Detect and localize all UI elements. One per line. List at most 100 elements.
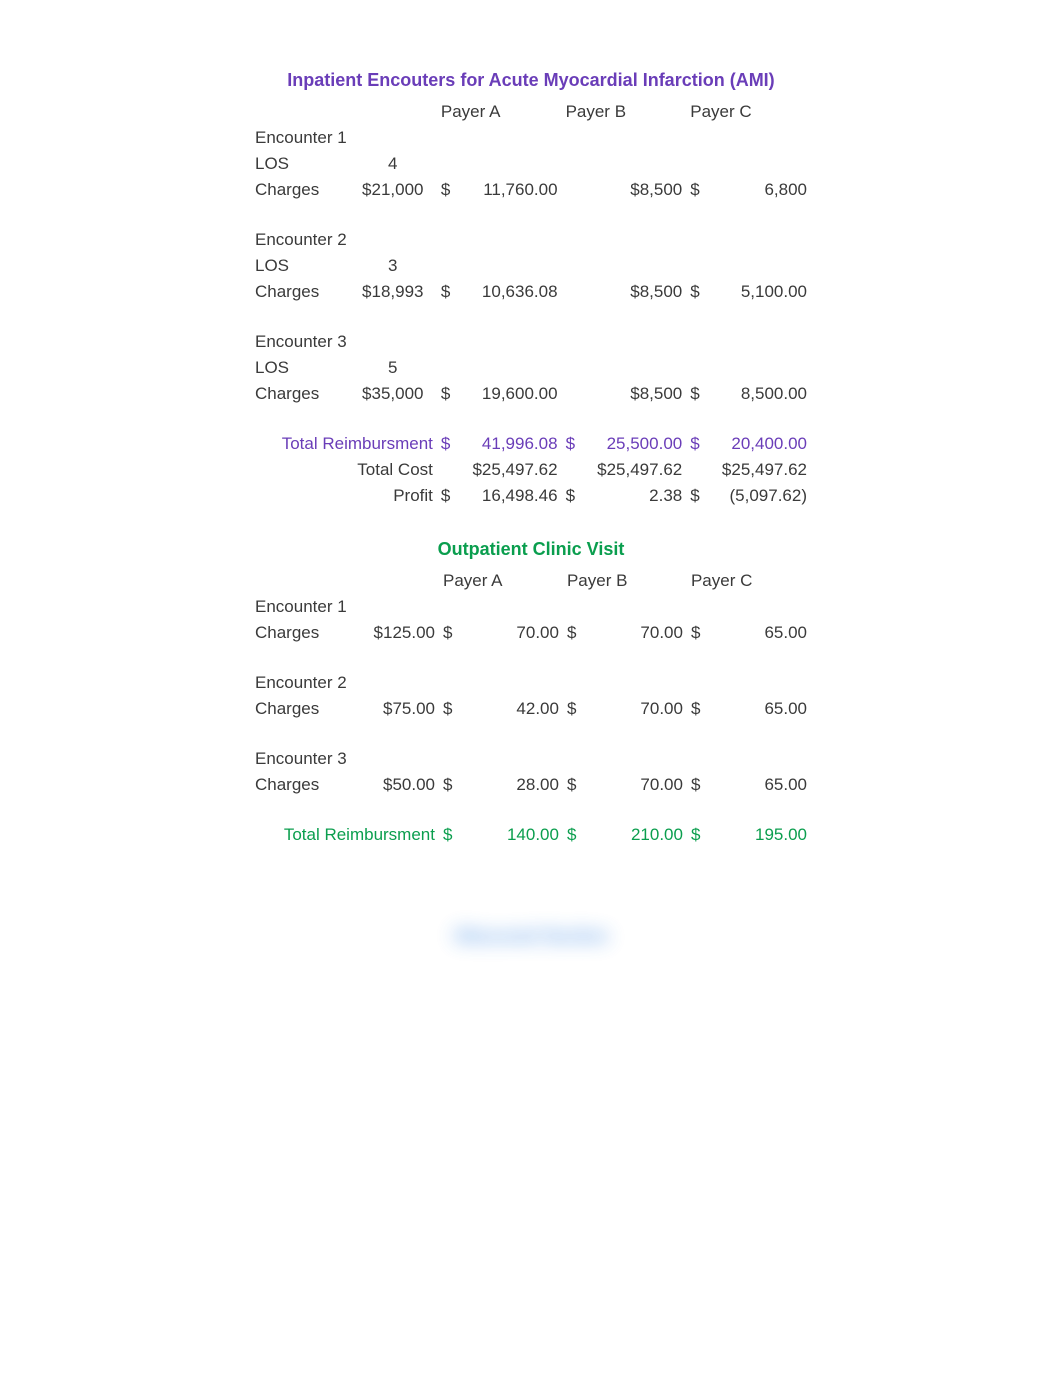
total-reimb-b: 210.00 [589,822,687,848]
table-row: Charges $75.00 $ 42.00 $ 70.00 $ 65.00 [251,696,811,722]
payer-a-value: 11,760.00 [462,177,561,203]
encounter-name: Encounter 1 [251,594,439,620]
los-label: LOS [251,355,349,381]
currency-symbol: $ [437,431,462,457]
encounter-name: Encounter 1 [251,125,437,151]
total-cost-c: $25,497.62 [712,457,812,483]
outpatient-title: Outpatient Clinic Visit [80,539,982,560]
blurred-section: Obscured Section [80,926,982,1211]
table-row: Encounter 2 [251,670,811,696]
payer-c-value: 8,500.00 [712,381,812,407]
encounter-name: Encounter 2 [251,227,437,253]
header-payer-b: Payer B [562,99,687,125]
payer-b-value: $8,500 [587,279,686,305]
currency-symbol: $ [439,772,465,798]
currency-symbol: $ [563,822,589,848]
total-reimbursement-row: Total Reimbursment $ 41,996.08 $ 25,500.… [251,431,811,457]
table-row: Charges $35,000 $ 19,600.00 $8,500 $ 8,5… [251,381,811,407]
currency-symbol: $ [686,431,711,457]
currency-symbol: $ [562,431,587,457]
profit-a: 16,498.46 [462,483,561,509]
table-row: LOS 5 [251,355,811,381]
los-value: 3 [349,253,437,279]
total-cost-a: $25,497.62 [462,457,561,483]
total-cost-label: Total Cost [251,457,437,483]
table-row: Charges $21,000 $ 11,760.00 $8,500 $ 6,8… [251,177,811,203]
charges-value: $50.00 [350,772,439,798]
los-label: LOS [251,151,349,177]
payer-c-value: 6,800 [712,177,812,203]
charges-label: Charges [251,381,349,407]
total-reimb-c: 20,400.00 [712,431,812,457]
currency-symbol: $ [687,772,713,798]
encounter-name: Encounter 3 [251,746,439,772]
charges-value: $35,000 [349,381,437,407]
encounter-name: Encounter 2 [251,670,439,696]
table-row: LOS 3 [251,253,811,279]
profit-row: Profit $ 16,498.46 $ 2.38 $ (5,097.62) [251,483,811,509]
payer-c-value: 65.00 [713,620,811,646]
total-reimb-b: 25,500.00 [587,431,686,457]
payer-c-value: 65.00 [713,696,811,722]
total-reimb-a: 140.00 [465,822,563,848]
payer-a-value: 28.00 [465,772,563,798]
encounter-name: Encounter 3 [251,329,437,355]
inpatient-table: Payer A Payer B Payer C Encounter 1 LOS … [251,99,811,509]
currency-symbol: $ [437,279,462,305]
charges-label: Charges [251,696,350,722]
profit-label: Profit [251,483,437,509]
currency-symbol: $ [562,483,587,509]
currency-symbol: $ [439,620,465,646]
header-payer-b: Payer B [563,568,687,594]
charges-value: $18,993 [349,279,437,305]
charges-value: $125.00 [350,620,439,646]
table-row: Charges $125.00 $ 70.00 $ 70.00 $ 65.00 [251,620,811,646]
los-label: LOS [251,253,349,279]
payer-header-row: Payer A Payer B Payer C [251,99,811,125]
total-reimbursement-row: Total Reimbursment $ 140.00 $ 210.00 $ 1… [251,822,811,848]
blurred-table [251,955,811,1211]
total-reimb-label: Total Reimbursment [251,822,439,848]
charges-label: Charges [251,279,349,305]
los-value: 5 [349,355,437,381]
charges-label: Charges [251,620,350,646]
table-row: LOS 4 [251,151,811,177]
table-row: Encounter 3 [251,746,811,772]
charges-label: Charges [251,772,350,798]
outpatient-table: Payer A Payer B Payer C Encounter 1 Char… [251,568,811,896]
payer-b-value: 70.00 [589,772,687,798]
header-payer-c: Payer C [686,99,811,125]
payer-c-value: 5,100.00 [712,279,812,305]
total-reimb-label: Total Reimbursment [251,431,437,457]
payer-b-value: 70.00 [589,620,687,646]
header-payer-c: Payer C [687,568,811,594]
payer-a-value: 42.00 [465,696,563,722]
blurred-title: Obscured Section [80,926,982,947]
currency-symbol: $ [439,696,465,722]
total-cost-row: Total Cost $25,497.62 $25,497.62 $25,497… [251,457,811,483]
currency-symbol: $ [563,620,589,646]
header-payer-a: Payer A [437,99,562,125]
currency-symbol: $ [686,483,711,509]
total-reimb-a: 41,996.08 [462,431,561,457]
los-value: 4 [349,151,437,177]
table-row: Encounter 2 [251,227,811,253]
payer-header-row: Payer A Payer B Payer C [251,568,811,594]
currency-symbol: $ [687,620,713,646]
payer-c-value: 65.00 [713,772,811,798]
payer-a-value: 70.00 [465,620,563,646]
table-row: Charges $50.00 $ 28.00 $ 70.00 $ 65.00 [251,772,811,798]
header-payer-a: Payer A [439,568,563,594]
charges-value: $75.00 [350,696,439,722]
charges-value: $21,000 [349,177,437,203]
table-row: Charges $18,993 $ 10,636.08 $8,500 $ 5,1… [251,279,811,305]
total-cost-b: $25,497.62 [587,457,686,483]
payer-b-value: 70.00 [589,696,687,722]
currency-symbol: $ [563,772,589,798]
currency-symbol: $ [437,177,462,203]
profit-b: 2.38 [587,483,686,509]
outpatient-section: Outpatient Clinic Visit Payer A Payer B … [80,539,982,896]
currency-symbol: $ [437,483,462,509]
inpatient-section: Inpatient Encouters for Acute Myocardial… [80,70,982,509]
payer-b-value: $8,500 [587,177,686,203]
